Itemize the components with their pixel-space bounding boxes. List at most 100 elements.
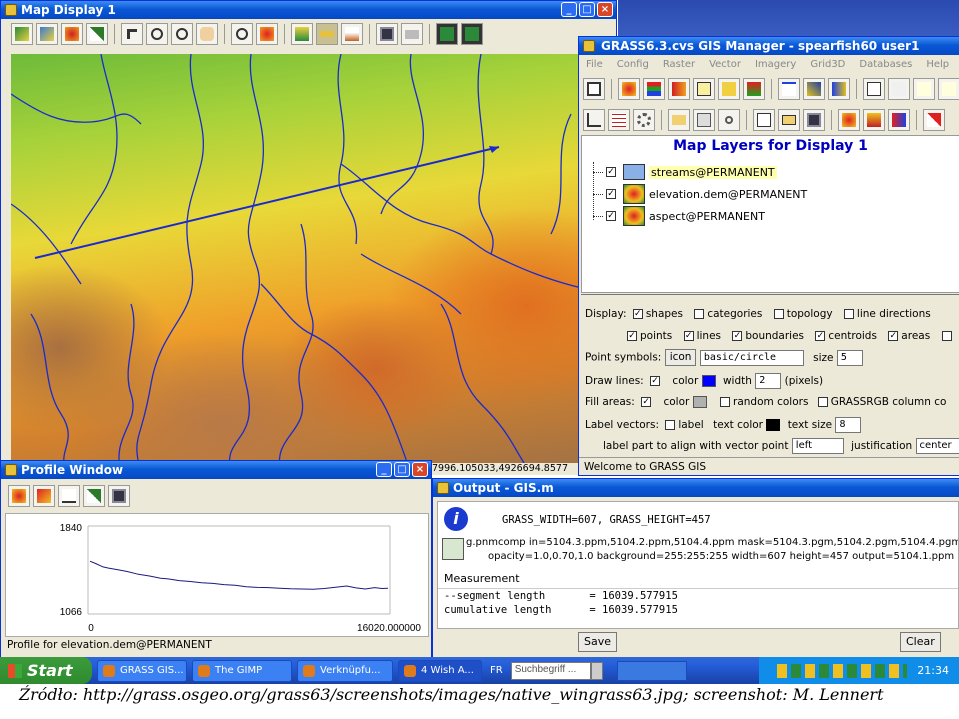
layer-checkbox[interactable]: ✓ <box>606 189 616 199</box>
add-label-icon[interactable] <box>863 78 885 100</box>
pan-hand-icon[interactable] <box>196 23 218 45</box>
map-canvas[interactable] <box>11 54 616 474</box>
add-vector-icon[interactable] <box>778 78 800 100</box>
draw-lines-checkbox[interactable]: ✓ <box>650 376 661 386</box>
measure-ruler-icon[interactable] <box>316 23 338 45</box>
settings-gear-icon[interactable] <box>633 109 655 131</box>
query-raster-icon[interactable] <box>61 23 83 45</box>
lines-checkbox[interactable]: ✓ <box>683 331 694 341</box>
open-file-icon[interactable] <box>778 109 800 131</box>
histogram-raster-icon[interactable] <box>888 109 910 131</box>
search-dropdown-icon[interactable] <box>590 661 603 680</box>
profile-icon[interactable] <box>341 23 363 45</box>
label-checkbox[interactable] <box>665 420 676 430</box>
cut-icon[interactable] <box>718 109 740 131</box>
maximize-button[interactable]: □ <box>394 462 410 477</box>
zoom-back-icon[interactable] <box>231 23 253 45</box>
shapes-checkbox[interactable]: ✓ <box>632 309 643 319</box>
menu-databases[interactable]: Databases <box>859 57 912 73</box>
points-checkbox[interactable]: ✓ <box>627 331 637 341</box>
icon-button[interactable]: icon <box>664 349 697 366</box>
save-file-icon[interactable] <box>803 109 825 131</box>
menu-raster[interactable]: Raster <box>663 57 695 73</box>
menu-config[interactable]: Config <box>617 57 649 73</box>
draw-transect-icon[interactable] <box>33 485 55 507</box>
save-icon[interactable] <box>376 23 398 45</box>
save-button[interactable]: Save <box>578 632 618 652</box>
3d-view-icon[interactable] <box>461 23 483 45</box>
layer-row-elevation[interactable]: ✓ elevation.dem@PERMANENT <box>593 184 807 204</box>
task-grass-gis[interactable]: GRASS GIS... <box>97 659 187 682</box>
add-legend-icon[interactable] <box>743 78 765 100</box>
add-arrows-icon[interactable] <box>718 78 740 100</box>
add-chart-icon[interactable] <box>828 78 850 100</box>
boundaries-checkbox[interactable]: ✓ <box>732 331 743 341</box>
width-spinbox[interactable]: 2 <box>755 373 782 389</box>
new-file-icon[interactable] <box>753 109 775 131</box>
add-histogram-icon[interactable] <box>668 78 690 100</box>
layer-checkbox[interactable]: ✓ <box>606 167 616 177</box>
add-cell-values-icon[interactable] <box>693 78 715 100</box>
icon-field[interactable]: basic/circle <box>699 349 804 366</box>
centroids-checkbox[interactable]: ✓ <box>815 331 826 341</box>
search-input[interactable]: Suchbegriff ... <box>510 661 591 680</box>
menu-imagery[interactable]: Imagery <box>755 57 796 73</box>
pane-divider[interactable] <box>581 294 959 299</box>
size-spinbox[interactable]: 5 <box>836 349 863 366</box>
menu-vector[interactable]: Vector <box>709 57 741 73</box>
print-icon[interactable] <box>401 23 423 45</box>
fill-color-swatch[interactable] <box>692 396 707 408</box>
analyze-icon[interactable] <box>291 23 313 45</box>
menu-help[interactable]: Help <box>926 57 949 73</box>
draw-profile-icon[interactable] <box>58 485 80 507</box>
grid-icon[interactable] <box>608 109 630 131</box>
line-color-swatch[interactable] <box>701 375 716 387</box>
display-map-icon[interactable] <box>11 23 33 45</box>
close-button[interactable]: × <box>597 2 613 17</box>
new-display-icon[interactable] <box>583 78 605 100</box>
menu-file[interactable]: File <box>586 57 603 73</box>
task-shortcut[interactable]: Verknüpfu... <box>297 659 393 682</box>
zoom-out-icon[interactable] <box>171 23 193 45</box>
text-color-swatch[interactable] <box>766 419 781 431</box>
faces-checkbox[interactable] <box>941 331 952 341</box>
layer-row-streams[interactable]: ✓ streams@PERMANENT <box>593 162 777 182</box>
start-button[interactable]: Start <box>0 657 92 684</box>
zoom-in-icon[interactable] <box>146 23 168 45</box>
categories-checkbox[interactable] <box>694 309 705 319</box>
map-display-titlebar[interactable]: Map Display 1 _ □ × <box>1 1 616 19</box>
language-indicator[interactable]: FR <box>490 665 503 676</box>
zoom-menu-icon[interactable] <box>256 23 278 45</box>
minimize-button[interactable]: _ <box>561 2 577 17</box>
north-arrow-icon[interactable] <box>583 109 605 131</box>
gis-manager-titlebar[interactable]: GRASS6.3.cvs GIS Manager - spearfish60 u… <box>579 37 959 55</box>
duplicate-icon[interactable] <box>693 109 715 131</box>
clear-button[interactable]: Clear <box>900 632 941 652</box>
close-button[interactable]: × <box>412 462 428 477</box>
profile-raster-icon[interactable] <box>863 109 885 131</box>
digitize-icon[interactable] <box>923 109 945 131</box>
areas-checkbox[interactable]: ✓ <box>888 331 899 341</box>
task-wish[interactable]: 4 Wish A... <box>398 659 482 682</box>
topology-checkbox[interactable] <box>773 309 784 319</box>
menu-grid3d[interactable]: Grid3D <box>810 57 845 73</box>
pointer-icon[interactable] <box>121 23 143 45</box>
layer-checkbox[interactable]: ✓ <box>606 211 616 221</box>
add-rgb-icon[interactable] <box>643 78 665 100</box>
redraw-icon[interactable] <box>36 23 58 45</box>
fill-areas-checkbox[interactable]: ✓ <box>641 397 652 407</box>
add-raster-icon[interactable] <box>618 78 640 100</box>
line-directions-checkbox[interactable] <box>843 309 854 319</box>
erase-profile-icon[interactable] <box>83 485 105 507</box>
minimize-button[interactable]: _ <box>376 462 392 477</box>
animate-icon[interactable] <box>838 109 860 131</box>
erase-icon[interactable] <box>86 23 108 45</box>
add-text-icon[interactable] <box>888 78 910 100</box>
grassrgb-checkbox[interactable] <box>817 397 828 407</box>
add-ps-text-icon[interactable] <box>938 78 959 100</box>
maximize-button[interactable]: □ <box>579 2 595 17</box>
output-titlebar[interactable]: Output - GIS.m <box>433 479 959 497</box>
select-raster-icon[interactable] <box>8 485 30 507</box>
text-size-spinbox[interactable]: 8 <box>835 417 862 433</box>
add-thematic-icon[interactable] <box>803 78 825 100</box>
